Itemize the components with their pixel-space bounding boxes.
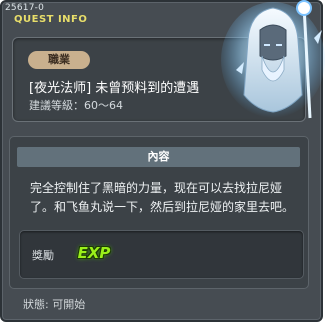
reward-box: 獎勵 EXP — [19, 230, 304, 279]
reward-label: 獎勵 — [32, 249, 54, 262]
quest-id: 25617-0 — [5, 3, 45, 13]
quest-title: [夜光法师] 未曾预料到的遭遇 — [29, 81, 200, 96]
quest-status: 狀態: 可開始 — [23, 298, 86, 311]
luminous-npc-portrait-icon — [221, 0, 325, 119]
content-header: 內容 — [17, 147, 300, 167]
job-badge: 職業 — [28, 51, 90, 69]
exp-icon: EXP — [77, 244, 111, 262]
window-title: QUEST INFO — [14, 14, 88, 25]
content-text: 完全控制住了黑暗的力量，现在可以去找拉尼娅了。和飞鱼丸说一下，然后到拉尼娅的家里… — [30, 181, 295, 214]
quest-content-panel: 內容 完全控制住了黑暗的力量，现在可以去找拉尼娅了。和飞鱼丸说一下，然后到拉尼娅… — [9, 136, 309, 289]
recommended-level: 建議等級：60～64 — [29, 99, 123, 112]
